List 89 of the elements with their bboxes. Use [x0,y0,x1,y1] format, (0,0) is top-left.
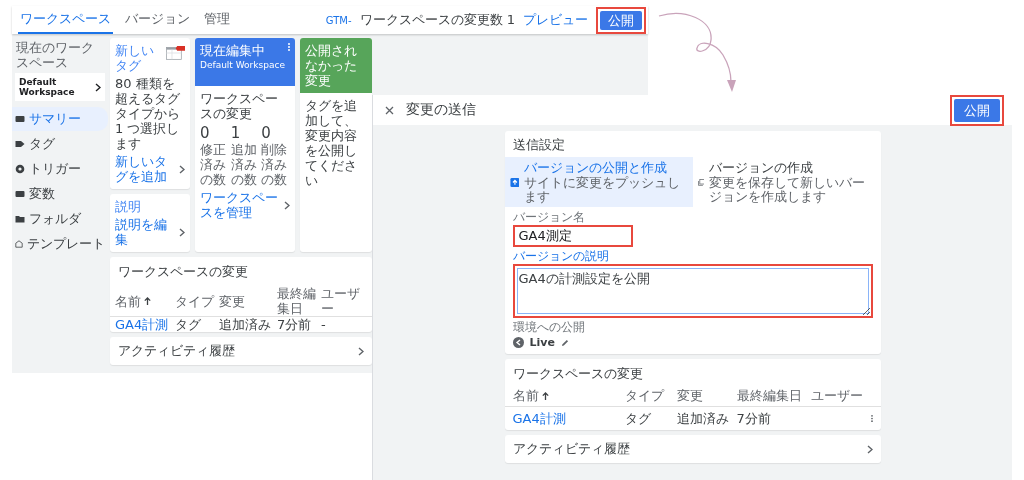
add-tag-link[interactable]: 新しいタグを追加 [115,154,185,184]
publish-option[interactable]: バージョンの作成 変更を保存して新しいバージョンを作成します [692,157,881,207]
chevron-icon [95,82,101,92]
sidebar-item[interactable]: トリガー [12,157,108,181]
workspace-name: Default Workspace [200,60,286,70]
field-label: 環境への公開 [512,320,585,334]
folder-icon [15,214,25,224]
sidebar-item[interactable]: フォルダ [12,207,108,231]
edit-description-link[interactable]: 説明を編集 [115,217,185,247]
chevron-icon [866,444,873,454]
pencil-icon [560,338,569,347]
sidebar-item[interactable]: サマリー [12,107,108,131]
table-cell-text: 追加済み [219,317,272,332]
environment-name: Live [529,336,555,349]
table-cell-text: 追加済み [676,411,730,426]
column-header[interactable]: ユーザー [321,286,361,316]
table-title: ワークスペースの変更 [511,365,644,383]
publish-button[interactable]: 公開 [954,98,1000,122]
column-header[interactable]: 最終編集日 [736,388,807,403]
house-outline-icon [15,239,23,249]
card-message: タグを追加して、変更内容を公開してください [304,97,358,190]
stat-label: 削除済みの数 [261,142,289,187]
tab[interactable]: 管理 [202,6,232,34]
stat-label: 追加済みの数 [230,142,258,187]
sidebar-item[interactable]: テンプレート [12,232,108,256]
workspace-selector[interactable]: Default Workspace [15,73,105,101]
tab[interactable]: ワークスペース [18,6,113,34]
browser-tag-drawing [165,43,185,63]
card-icon [15,114,25,124]
tag-icon [15,139,25,149]
card-title: 説明 [115,199,142,214]
chevron-icon [179,164,185,174]
more-icon [870,413,873,424]
sidebar-item[interactable]: 変数 [12,182,108,206]
arrow-up-icon [144,297,151,305]
table-cell-text: タグ [624,411,652,426]
environment-icon [512,337,524,348]
field-label: バージョン名 [512,210,585,224]
field-label: バージョンの説明 [512,249,609,263]
card-description: 80 種類を超えるタグタイプから 1 つ選択します [115,76,181,151]
table-cell-text: - [321,317,327,332]
activity-card[interactable]: アクティビティ履歴 [110,337,372,365]
container-id: GTM- [325,14,352,26]
activity-title: アクティビティ履歴 [118,342,235,360]
card-title: 現在編集中 [200,43,265,58]
table-cell-text: 7分前 [736,411,772,426]
stat-value: 1 [230,124,242,142]
column-header[interactable]: 最終編集日 [277,286,317,316]
column-header[interactable]: 名前 [512,388,621,403]
upload-icon [509,176,520,188]
column-header[interactable]: 変更 [676,388,733,403]
activity-card[interactable]: アクティビティ履歴 [504,435,881,463]
table-link[interactable]: GA4計測 [512,411,621,426]
publish-option[interactable]: バージョンの公開と作成 サイトに変更をプッシュします [504,157,693,207]
column-header[interactable]: 名前 [115,293,171,309]
publish-button[interactable]: 公開 [600,10,642,30]
version-description-field[interactable]: GA4の計測設定を公開 [512,264,873,318]
column-header[interactable]: タイプ [175,293,215,309]
card-title: 公開されなかった変更 [305,43,358,88]
table-link[interactable]: GA4計測 [115,317,171,332]
stat-value: 0 [200,124,211,142]
manage-workspace-link[interactable]: ワークスペースを管理 [200,190,290,220]
chevron-icon [358,346,364,356]
dialog-title: 変更の送信 [406,101,476,119]
tab[interactable]: バージョン [123,6,192,34]
version-name-field[interactable]: GA4測定 [512,225,633,247]
sidebar-item[interactable]: タグ [12,132,108,156]
card-title: 新しいタグ [115,43,155,73]
close-icon [385,105,394,115]
table-title: ワークスペースの変更 [117,263,249,281]
stat-value: 0 [261,124,272,142]
card-title: 送信設定 [511,136,566,154]
gauge-icon [15,164,25,174]
chevron-icon [179,227,185,237]
table-cell-text: タグ [175,317,202,332]
column-header[interactable]: タイプ [624,388,673,403]
activity-title: アクティビティ履歴 [512,440,630,458]
copy-icon [697,176,705,188]
preview-button[interactable]: プレビュー [523,11,588,29]
column-header[interactable]: ユーザー [810,388,867,403]
chevron-icon [284,200,290,210]
workspace-label: 現在のワークスペース [15,40,95,70]
stat-label: 修正済みの数 [200,142,227,187]
section-title: ワークスペースの変更 [200,91,279,121]
table-cell-text: 7分前 [277,317,313,332]
change-count: ワークスペースの変更数 1 [359,11,515,29]
card-icon [15,189,25,199]
arrow-up-icon [541,391,549,400]
column-header[interactable]: 変更 [219,293,273,309]
